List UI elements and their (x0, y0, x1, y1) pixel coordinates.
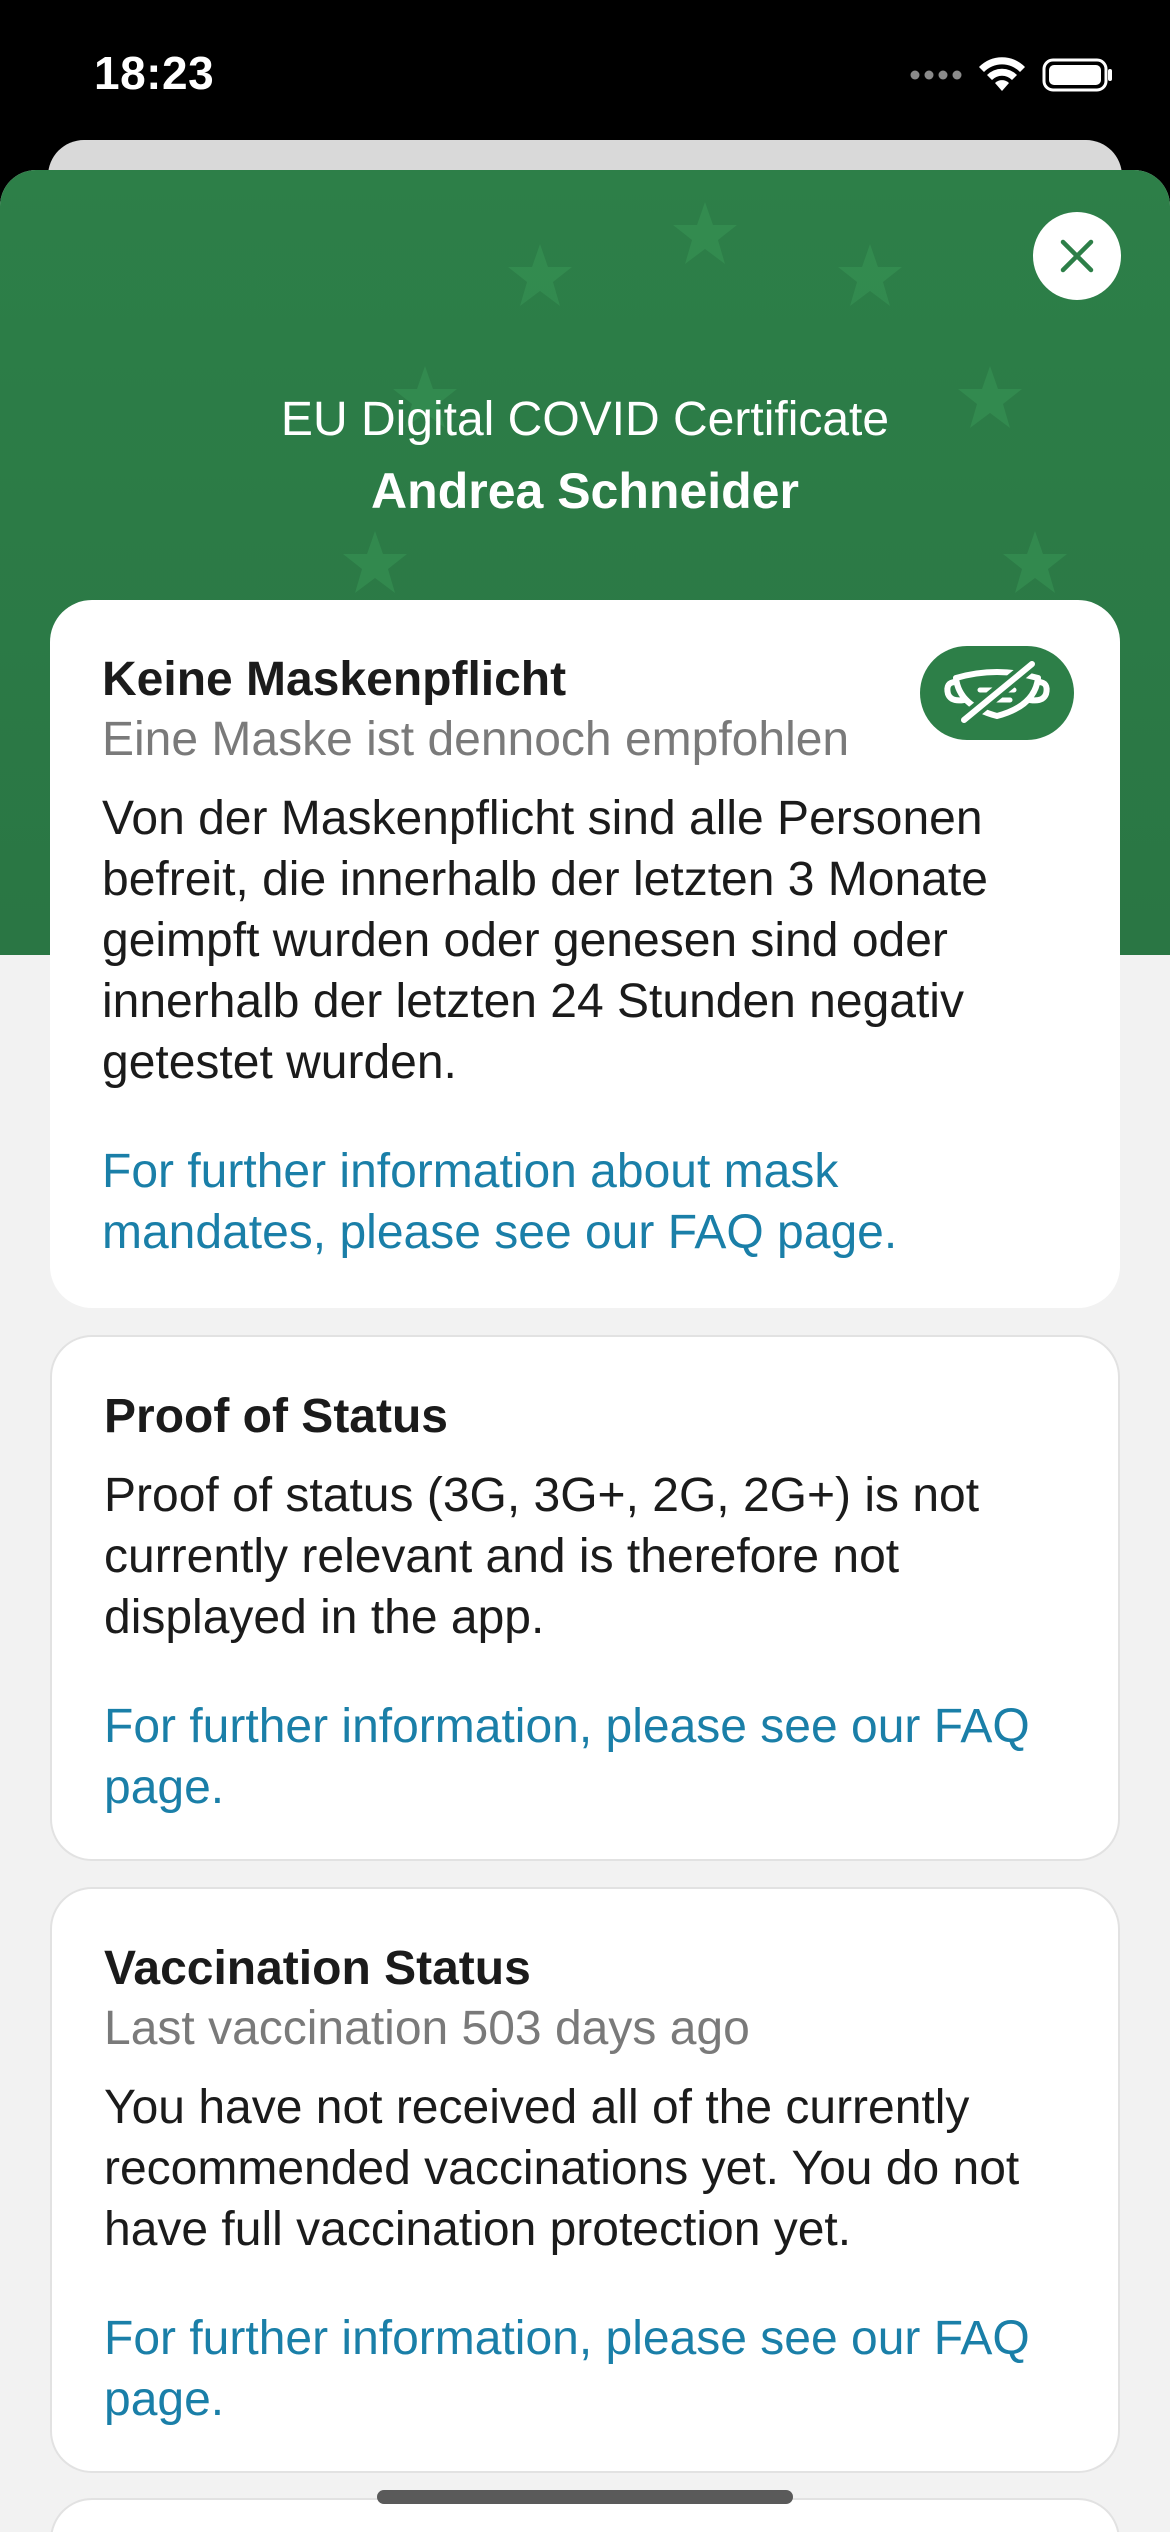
certificate-title: EU Digital COVID Certificate (280, 393, 890, 446)
status-time: 18:23 (94, 47, 215, 99)
proof-card-body: Proof of status (3G, 3G+, 2G, 2G+) is no… (104, 1469, 980, 1644)
mask-card-body: Von der Maskenpflicht sind alle Personen… (102, 792, 988, 1089)
proof-card-title: Proof of Status (104, 1390, 448, 1443)
mask-card-subtitle: Eine Maske ist dennoch empfohlen (102, 713, 850, 766)
cellular-signal-icon (910, 70, 962, 80)
status-icons (910, 52, 1114, 98)
vaccination-faq-link[interactable]: For further information, please see our … (104, 2308, 1064, 2430)
no-mask-icon (944, 658, 1050, 727)
proof-faq-link[interactable]: For further information, please see our … (104, 1696, 1064, 1818)
mask-faq-link[interactable]: For further information about mask manda… (102, 1141, 1042, 1263)
wifi-icon (979, 57, 1025, 91)
proof-of-status-card: Proof of Status Proof of status (3G, 3G+… (50, 1335, 1120, 1861)
holder-name: Andrea Schneider (371, 463, 799, 519)
mask-mandate-card: Keine Maskenpflicht Eine Maske ist denno… (50, 600, 1120, 1308)
battery-icon (1042, 58, 1112, 92)
vaccination-status-card: Vaccination Status Last vaccination 503 … (50, 1887, 1120, 2473)
close-icon (1060, 239, 1094, 273)
close-button[interactable] (1033, 212, 1121, 300)
vaccination-card-title: Vaccination Status (104, 1942, 531, 1995)
vaccination-card-body: You have not received all of the current… (104, 2081, 1020, 2256)
vaccination-card-subtitle: Last vaccination 503 days ago (104, 2002, 750, 2055)
home-indicator (377, 2490, 793, 2504)
certificate-sheet: EU Digital COVID Certificate Andrea Schn… (0, 170, 1170, 2532)
status-bar: 18:23 (0, 0, 1170, 145)
mask-badge (920, 646, 1074, 740)
